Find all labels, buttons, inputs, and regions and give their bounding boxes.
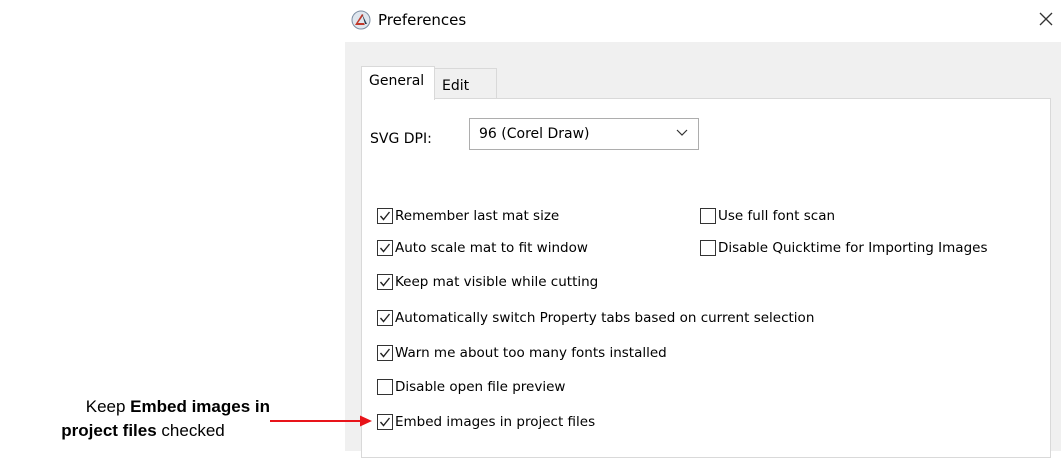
option-label: Automatically switch Property tabs based… bbox=[395, 310, 815, 326]
app-logo-icon bbox=[351, 10, 371, 30]
annotation-line-1: Keep Embed images in bbox=[86, 397, 270, 417]
checkbox[interactable] bbox=[700, 208, 716, 224]
option-label: Disable Quicktime for Importing Images bbox=[718, 240, 988, 256]
preferences-window: Preferences General Edit SVG DPI: 96 (Co… bbox=[345, 0, 1061, 458]
checkbox[interactable] bbox=[377, 274, 393, 290]
option-label: Embed images in project files bbox=[395, 414, 596, 430]
option-keep-mat-visible[interactable]: Keep mat visible while cutting bbox=[377, 271, 598, 293]
annotation-bold-2: project files bbox=[61, 421, 157, 440]
checkbox[interactable] bbox=[377, 310, 393, 326]
option-label: Auto scale mat to fit window bbox=[395, 240, 588, 256]
option-label: Keep mat visible while cutting bbox=[395, 274, 599, 290]
close-button[interactable] bbox=[1031, 2, 1061, 36]
option-full-font-scan[interactable]: Use full font scan bbox=[700, 205, 835, 227]
tab-edit[interactable]: Edit bbox=[434, 68, 497, 98]
checkbox[interactable] bbox=[377, 379, 393, 395]
close-icon bbox=[1039, 12, 1053, 26]
checkmark-icon bbox=[379, 348, 391, 358]
chevron-down-icon bbox=[676, 129, 688, 136]
annotation-prefix: Keep bbox=[85, 397, 131, 416]
svg-dpi-value: 96 (Corel Draw) bbox=[479, 126, 590, 142]
checkmark-icon bbox=[379, 211, 391, 221]
checkbox[interactable] bbox=[377, 345, 393, 361]
checkbox[interactable] bbox=[377, 414, 393, 430]
annotation-line-2: project files checked bbox=[15, 421, 271, 441]
checkbox[interactable] bbox=[377, 240, 393, 256]
tab-general[interactable]: General bbox=[361, 66, 435, 100]
checkmark-icon bbox=[379, 313, 391, 323]
svg-dpi-label: SVG DPI: bbox=[370, 131, 432, 147]
option-label: Remember last mat size bbox=[395, 208, 560, 224]
title-bar: Preferences bbox=[345, 0, 1061, 42]
checkmark-icon bbox=[379, 243, 391, 253]
tab-general-label: General bbox=[369, 73, 425, 89]
annotation-bold-1: Embed images in bbox=[130, 397, 270, 416]
window-title: Preferences bbox=[378, 11, 467, 29]
option-auto-scale[interactable]: Auto scale mat to fit window bbox=[377, 237, 588, 259]
checkbox[interactable] bbox=[377, 208, 393, 224]
option-label: Disable open file preview bbox=[395, 379, 566, 395]
option-label: Warn me about too many fonts installed bbox=[395, 345, 667, 361]
checkmark-icon bbox=[379, 417, 391, 427]
checkmark-icon bbox=[379, 277, 391, 287]
option-warn-fonts[interactable]: Warn me about too many fonts installed bbox=[377, 342, 667, 364]
option-auto-switch-tabs[interactable]: Automatically switch Property tabs based… bbox=[377, 307, 814, 329]
dialog-content: General Edit SVG DPI: 96 (Corel Draw) Re… bbox=[345, 42, 1061, 458]
option-disable-quicktime[interactable]: Disable Quicktime for Importing Images bbox=[700, 237, 987, 259]
general-panel: SVG DPI: 96 (Corel Draw) Remember last m… bbox=[361, 98, 1051, 458]
option-disable-preview[interactable]: Disable open file preview bbox=[377, 376, 565, 398]
tab-edit-label: Edit bbox=[442, 78, 470, 94]
option-remember-mat[interactable]: Remember last mat size bbox=[377, 205, 559, 227]
svg-dpi-select[interactable]: 96 (Corel Draw) bbox=[469, 118, 699, 150]
option-label: Use full font scan bbox=[718, 208, 836, 224]
checkbox[interactable] bbox=[700, 240, 716, 256]
annotation-suffix: checked bbox=[156, 421, 225, 440]
option-embed-images[interactable]: Embed images in project files bbox=[377, 411, 595, 433]
